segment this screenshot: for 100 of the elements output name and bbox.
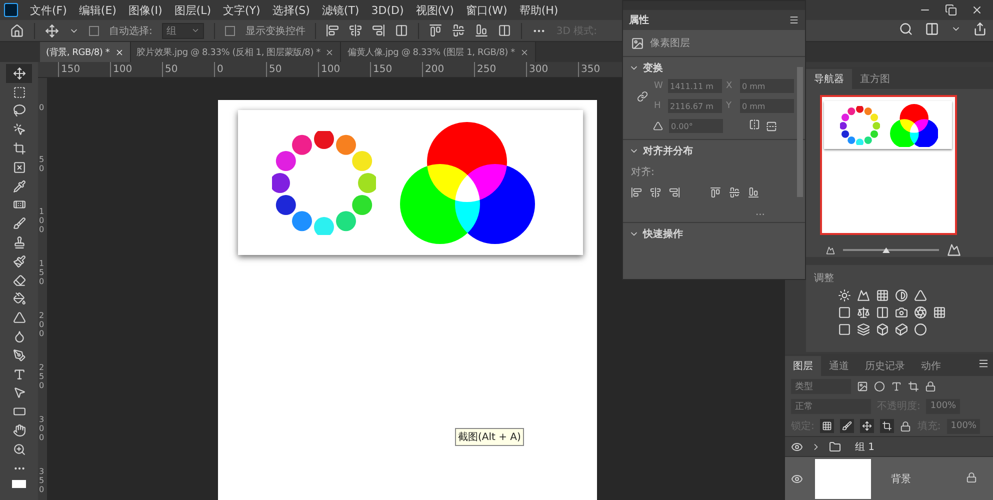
lock-paint-button[interactable] [840, 419, 854, 433]
scale-icon[interactable] [857, 306, 870, 320]
blend-mode-dropdown[interactable]: 正常 [791, 398, 871, 414]
eye-icon[interactable] [791, 440, 803, 452]
color-swatch[interactable] [12, 480, 26, 488]
small-mountain-icon[interactable] [826, 246, 835, 255]
input-field[interactable]: 1411.11 m [668, 79, 722, 93]
more-link[interactable]: ... [755, 206, 765, 218]
section-header[interactable]: 快速操作 [623, 222, 805, 245]
align-middle-icon[interactable] [729, 186, 740, 198]
panel-tab[interactable]: 动作 [913, 356, 949, 376]
camera-icon[interactable] [895, 306, 908, 320]
grid-icon[interactable] [933, 306, 946, 320]
search-icon[interactable] [899, 22, 913, 36]
menu-item[interactable]: 视图(V) [416, 2, 454, 18]
lock-icon[interactable] [925, 380, 936, 392]
menu-item[interactable]: 编辑(E) [78, 2, 116, 18]
slider-thumb[interactable] [882, 247, 890, 254]
menu-item[interactable]: 图层(L) [174, 2, 212, 18]
align-right-icon[interactable] [669, 186, 680, 198]
ruler-number: 150 [38, 260, 46, 288]
square-icon[interactable] [838, 323, 851, 336]
opacity-field[interactable]: 100% [926, 398, 960, 414]
menu-item[interactable]: 文字(Y) [223, 2, 260, 18]
align-top-icon[interactable] [710, 186, 721, 198]
image-icon[interactable] [857, 380, 868, 392]
document-tab[interactable]: 偏黄人像.jpg @ 8.33% (图层 1, RGB/8) * [341, 42, 536, 62]
panel-tab[interactable]: 图层 [785, 356, 821, 376]
columns-icon[interactable] [876, 306, 889, 320]
fill-field[interactable]: 100% [946, 418, 980, 434]
target-dropdown[interactable]: 组 [162, 22, 204, 38]
document-tab[interactable]: (背景, RGB/8) * [40, 42, 131, 62]
cuboid-icon[interactable] [895, 323, 908, 336]
triangle-icon[interactable] [914, 289, 927, 302]
crop-icon[interactable] [908, 380, 919, 392]
tool-button[interactable] [6, 64, 32, 83]
panel-tab[interactable]: 历史记录 [857, 356, 913, 376]
lock-pixels-button[interactable] [820, 419, 834, 433]
close-icon[interactable] [114, 48, 124, 56]
menu-item[interactable]: 3D(D) [371, 4, 404, 16]
eye-icon[interactable] [791, 472, 803, 484]
lock-icon[interactable] [900, 420, 912, 432]
navigator-preview[interactable] [820, 95, 957, 236]
input-field[interactable]: 2116.67 m [668, 99, 722, 113]
lock-position-button[interactable] [860, 419, 874, 433]
document-tab[interactable]: 胶片效果.jpg @ 8.33% (反相 1, 图层蒙版/8) * [130, 42, 342, 62]
align-center-icon[interactable] [650, 186, 661, 198]
menu-icon[interactable] [789, 15, 799, 25]
layer-row[interactable]: 组 1 [785, 436, 993, 456]
close-icon[interactable] [325, 48, 334, 56]
type-icon[interactable] [891, 380, 902, 392]
checkbox[interactable] [225, 26, 236, 36]
zoom-slider[interactable] [843, 249, 939, 252]
menu-item[interactable]: 文件(F) [30, 2, 67, 18]
menu-item[interactable]: 帮助(H) [519, 2, 558, 18]
share-icon[interactable] [973, 22, 987, 36]
restore-icon[interactable] [945, 4, 957, 16]
align-center-icon[interactable] [349, 24, 362, 37]
align-right-icon[interactable] [372, 24, 386, 37]
link-icon[interactable] [637, 90, 648, 102]
menu-icon[interactable] [978, 358, 989, 369]
contrast-icon[interactable] [895, 289, 908, 302]
aperture-icon[interactable] [914, 306, 927, 320]
align-left-icon[interactable] [631, 186, 642, 198]
layer-row[interactable]: 背景 [785, 456, 993, 500]
panel-tab[interactable]: 直方图 [852, 69, 898, 90]
circle-icon[interactable] [914, 323, 927, 336]
align-top-icon[interactable] [429, 24, 442, 37]
lock-artboard-button[interactable] [880, 419, 894, 433]
grid-icon[interactable] [876, 289, 889, 302]
home-icon[interactable] [10, 24, 24, 38]
circle-icon[interactable] [874, 380, 885, 392]
section-title: 快速操作 [643, 228, 683, 241]
ruler-number: 50 [162, 62, 214, 77]
layers-icon[interactable] [857, 323, 870, 336]
menu-item[interactable]: 选择(S) [272, 2, 310, 18]
align-middle-icon[interactable] [452, 24, 466, 37]
square-icon[interactable] [838, 306, 851, 320]
angle-field[interactable]: 0.00° [669, 119, 723, 133]
menu-item[interactable]: 滤镜(T) [322, 2, 360, 18]
flip-vertical-icon[interactable] [766, 120, 777, 132]
scrollbar[interactable] [797, 67, 803, 197]
close-icon[interactable] [520, 48, 529, 56]
box-icon[interactable] [876, 323, 889, 336]
input-field[interactable]: 0 mm [740, 79, 794, 93]
flip-horizontal-icon[interactable] [749, 119, 760, 130]
menu-item[interactable]: 窗口(W) [466, 2, 508, 18]
checkbox[interactable] [89, 26, 99, 36]
menu-item[interactable]: 图像(I) [128, 2, 162, 18]
filter-dropdown[interactable]: 类型 [791, 378, 851, 394]
align-bottom-icon[interactable] [475, 24, 488, 37]
large-mountain-icon[interactable] [947, 243, 961, 258]
sun-icon[interactable] [838, 289, 851, 302]
close-icon[interactable] [971, 4, 983, 16]
panel-tab[interactable]: 导航器 [806, 69, 852, 90]
panel-tab[interactable]: 通道 [821, 356, 857, 376]
input-field[interactable]: 0 mm [740, 99, 794, 113]
align-bottom-icon[interactable] [748, 186, 759, 198]
move-icon[interactable] [45, 24, 59, 38]
align-left-icon[interactable] [326, 24, 340, 37]
